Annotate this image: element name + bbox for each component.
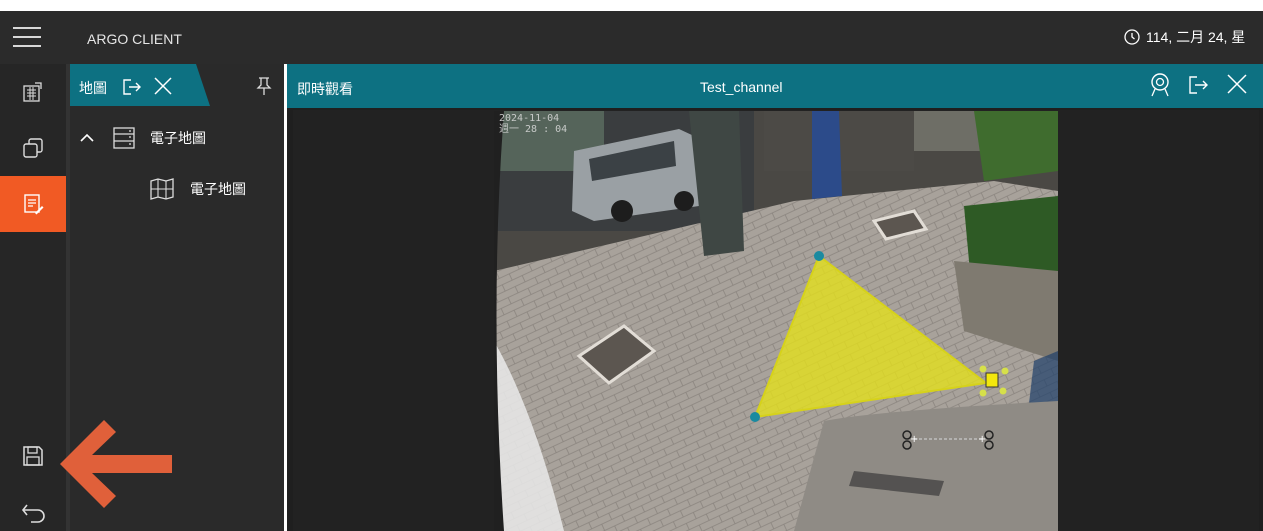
osd-time: 週一 28 : 04: [499, 124, 568, 135]
app-header: ARGO CLIENT 114, 二月 24, 星: [0, 11, 1263, 64]
pointer-arrow: [60, 420, 172, 508]
config-icon: [23, 82, 42, 102]
zone-vertex-handle[interactable]: [750, 412, 760, 422]
save-icon: [23, 446, 43, 466]
left-toolbar: [0, 64, 66, 531]
zone-vertex-handle[interactable]: [814, 251, 824, 261]
tree-item-emap[interactable]: 電子地圖: [150, 178, 246, 200]
osd-date: 2024-11-04: [499, 113, 560, 124]
app-title: ARGO CLIENT: [87, 31, 182, 47]
top-strip: [0, 0, 1263, 11]
tree-label: 電子地圖: [190, 181, 246, 197]
edit-document-icon: [24, 194, 44, 215]
config-button[interactable]: [0, 64, 66, 120]
live-view-title: 即時觀看: [297, 81, 353, 97]
hamburger-menu-icon[interactable]: [13, 27, 43, 47]
svg-text:+: +: [978, 434, 986, 445]
tree-item-emap-root[interactable]: 電子地圖: [80, 126, 206, 150]
camera-image[interactable]: + +: [494, 111, 1058, 531]
live-view-header: 即時觀看 Test_channel: [287, 64, 1263, 108]
undo-icon: [21, 504, 45, 523]
folder-list-icon: [113, 127, 135, 149]
tree-label: 電子地圖: [150, 130, 206, 146]
close-icon[interactable]: [153, 76, 173, 96]
map-icon: [150, 178, 174, 200]
detach-icon[interactable]: [1187, 72, 1209, 98]
svg-text:+: +: [910, 434, 918, 445]
save-button[interactable]: [21, 444, 45, 473]
pin-icon[interactable]: [256, 76, 272, 96]
zone-vertex-selected[interactable]: [985, 372, 999, 388]
fisheye-icon[interactable]: [1149, 72, 1171, 98]
clock: 114, 二月 24, 星: [1124, 27, 1245, 47]
undo-button[interactable]: [21, 501, 47, 528]
windows-button[interactable]: [0, 120, 66, 176]
camera-scene: + +: [494, 111, 1058, 531]
edit-map-button[interactable]: [0, 176, 66, 232]
channel-name: Test_channel: [700, 79, 783, 95]
clock-icon: [1124, 29, 1140, 45]
windows-icon: [23, 138, 43, 158]
close-icon[interactable]: [1225, 72, 1249, 98]
detach-icon[interactable]: [122, 78, 142, 96]
tab-map-label: 地圖: [79, 80, 107, 96]
chevron-up-icon[interactable]: [80, 133, 94, 143]
clock-text: 114, 二月 24, 星: [1146, 29, 1246, 45]
camera-osd: 2024-11-04 週一 28 : 04: [499, 113, 567, 135]
